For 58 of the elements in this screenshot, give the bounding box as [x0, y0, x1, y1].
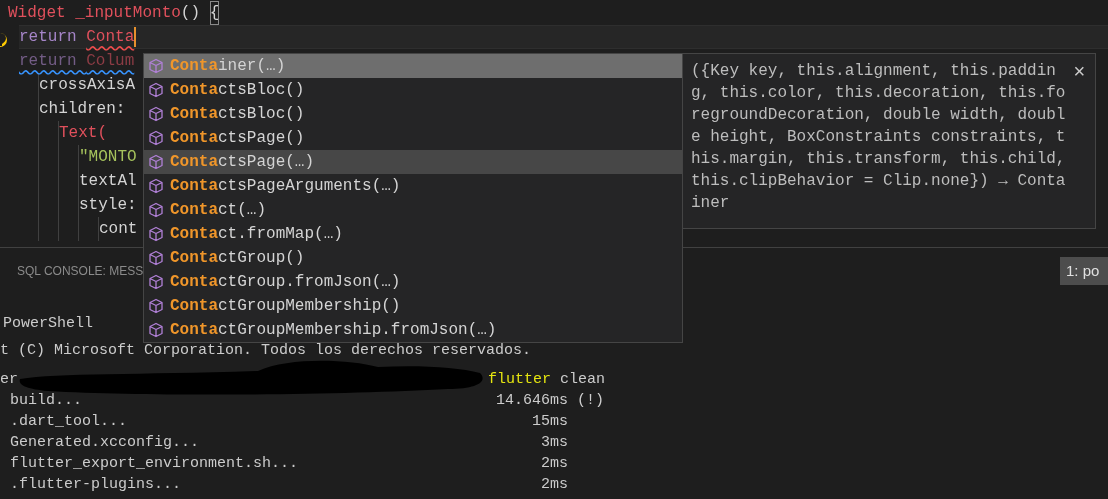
cube-icon	[148, 226, 164, 242]
suggestion-item[interactable]: ContactGroup.fromJson(…)	[144, 270, 682, 294]
prompt-text: er	[0, 370, 19, 390]
code-token: return	[19, 51, 78, 72]
duration-text: 2ms	[540, 475, 568, 495]
cube-icon	[148, 58, 164, 74]
code-token: Colum	[86, 51, 135, 72]
terminal-line: .flutter-plugins...	[9, 475, 183, 495]
code-token: textAl	[79, 171, 137, 192]
command-text: clean	[559, 370, 606, 390]
code-token: children:	[39, 99, 126, 120]
text-cursor	[134, 27, 137, 47]
code-token: "MONTO	[79, 147, 137, 168]
warning-text: (!)	[576, 391, 604, 411]
code-token: {	[209, 1, 220, 25]
terminal-line: PowerShell	[3, 314, 93, 334]
terminal-line: t (C) Microsoft Corporation. Todos los derechos reservados.	[0, 341, 532, 361]
code-token: Text(	[59, 123, 107, 144]
cube-icon	[148, 154, 164, 170]
terminal-line: .dart_tool...	[9, 412, 129, 432]
duration-text: 2ms	[540, 454, 568, 474]
suggestion-item[interactable]: Contact(…)	[144, 198, 682, 222]
signature-text: ({Key key, this.alignment, this.padding, this.color, this.decoration, this.foregroundDecoration, double width, double height, BoxConstraints constraints, this.margin, this.transform, this.child, this.clipBehavior = Clip.none}) → Container	[691, 61, 1066, 214]
cube-icon	[148, 178, 164, 194]
terminal-line: Generated.xcconfig...	[9, 433, 201, 453]
cube-icon	[148, 322, 164, 338]
suggestion-item[interactable]: ContactGroupMembership.fromJson(…)	[144, 318, 682, 342]
terminal-tab[interactable]: 1: po	[1060, 257, 1108, 285]
suggestion-item[interactable]: ContactsPageArguments(…)	[144, 174, 682, 198]
cube-icon	[148, 298, 164, 314]
terminal-line: flutter_export_environment.sh...	[9, 454, 300, 474]
duration-text: 3ms	[540, 433, 568, 453]
code-token: return	[19, 27, 78, 48]
duration-text: 14.646ms	[495, 391, 568, 411]
suggestion-item[interactable]: ContactsBloc()	[144, 78, 682, 102]
panel-title: SQL CONSOLE: MESS	[17, 263, 144, 280]
suggestion-item[interactable]: Contact.fromMap(…)	[144, 222, 682, 246]
close-button[interactable]: ×	[1073, 60, 1086, 82]
suggestion-item[interactable]: ContactsBloc()	[144, 102, 682, 126]
code-token: Conta	[86, 27, 135, 48]
command-text: flutter	[488, 370, 551, 390]
code-token: crossAxisA	[39, 75, 135, 96]
duration-text: 15ms	[531, 412, 568, 432]
suggestion-item[interactable]: ContactGroupMembership()	[144, 294, 682, 318]
cube-icon	[148, 250, 164, 266]
cube-icon	[148, 82, 164, 98]
suggestion-item[interactable]: ContactsPage()	[144, 126, 682, 150]
suggestion-item[interactable]: ContactsPage(…)	[144, 150, 682, 174]
terminal-line: build...	[9, 391, 83, 411]
suggestion-item[interactable]: ContactGroup()	[144, 246, 682, 270]
code-token: ()	[180, 3, 202, 24]
cube-icon	[148, 274, 164, 290]
code-token: Widget _inputMonto	[8, 3, 181, 24]
cube-icon	[148, 130, 164, 146]
code-token: cont	[99, 219, 138, 240]
code-token: style:	[79, 195, 137, 216]
cube-icon	[148, 106, 164, 122]
cube-icon	[148, 202, 164, 218]
